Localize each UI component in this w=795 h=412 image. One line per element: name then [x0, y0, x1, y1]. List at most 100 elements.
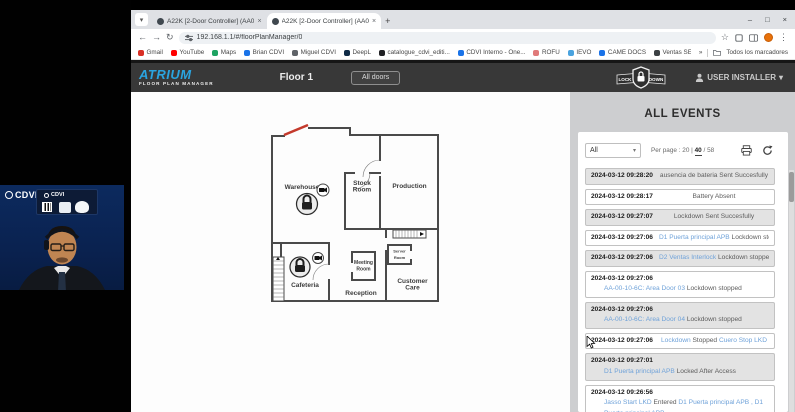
address-bar[interactable]: 192.168.1.1/#/floorPlanManager/0 [178, 31, 716, 44]
extensions-icon[interactable] [735, 33, 743, 42]
event-row[interactable]: 2024-03-12 09:27:06 AA-00-10-6C: Area Doo… [585, 301, 775, 329]
event-message: ausencia de bateria Sent Succesfully [659, 171, 769, 182]
bookmark-item[interactable]: Miguel CDVI [292, 49, 336, 56]
presenter-person [19, 226, 105, 290]
bookmark-star-icon[interactable]: ☆ [721, 33, 729, 42]
event-timestamp: 2024-03-12 09:27:06 [591, 233, 653, 241]
event-entity-link[interactable]: Cuero Stop LKD [719, 337, 767, 344]
bookmark-label: Miguel CDVI [300, 49, 336, 56]
event-row[interactable]: 2024-03-12 09:28:17 Battery Absent [585, 188, 775, 206]
bookmark-item[interactable]: CAME DOCS [599, 49, 646, 56]
profile-avatar[interactable] [764, 33, 773, 42]
event-row[interactable]: 2024-03-12 09:27:06 D2 Ventas Interlock L… [585, 250, 775, 267]
reload-icon[interactable]: ↻ [166, 33, 174, 42]
bookmark-item[interactable]: CDVI Interno - One... [457, 49, 526, 56]
event-text: Battery Absent [692, 192, 736, 200]
per-page-option-20[interactable]: 20 [682, 147, 689, 154]
per-page-total: / 58 [703, 147, 715, 154]
all-bookmarks-label[interactable]: Todos los marcadores [726, 49, 788, 56]
bookmark-item[interactable]: Maps [212, 49, 236, 56]
event-filter-select[interactable]: All ▾ [585, 143, 641, 158]
user-icon [696, 73, 704, 82]
cafeteria-lock-icon[interactable] [289, 256, 311, 278]
bookmark-label: catalogue_cdvi_editi... [387, 49, 450, 56]
event-row[interactable]: 2024-03-12 09:27:07 Lockdown Sent Succesf… [585, 209, 775, 226]
per-page-option-40[interactable]: 40 [694, 147, 702, 156]
bookmark-item[interactable]: YouTube [170, 49, 204, 56]
events-list: 2024-03-12 09:28:20 ausencia de bateria S… [585, 168, 781, 412]
svg-text:DOWN: DOWN [649, 77, 664, 82]
event-row[interactable]: 2024-03-12 09:27:06 Lockdown Stopped Cuer… [585, 332, 775, 350]
tab-search-icon[interactable]: ▾ [135, 13, 148, 26]
bookmark-label: Gmail [146, 49, 163, 56]
site-settings-icon[interactable] [184, 34, 193, 42]
divider [707, 48, 709, 57]
bookmark-item[interactable]: ROFU [533, 49, 560, 56]
warehouse-lock-icon[interactable] [295, 192, 319, 216]
warehouse-camera-icon[interactable] [316, 183, 330, 197]
tab-close-icon[interactable]: × [372, 18, 376, 25]
event-entity-link[interactable]: AA-00-10-6C: Area Door 03 [604, 285, 685, 292]
events-scrollbar[interactable] [789, 170, 794, 412]
lockdown-badge-icon[interactable]: LOCK DOWN [615, 66, 667, 89]
scrollbar-thumb[interactable] [789, 172, 794, 202]
all-doors-button[interactable]: All doors [351, 70, 401, 85]
cdvi-brand-text: CDVI [15, 190, 38, 200]
browser-tab-1[interactable]: A22K [2-Door Controller] (AA0 × [152, 13, 267, 29]
new-tab-button[interactable]: + [385, 16, 390, 26]
event-row[interactable]: 2024-03-12 09:27:06 D1 Puerta principal A… [585, 229, 775, 247]
event-entity-link[interactable]: Jasso Start LKD [604, 399, 652, 406]
video-frame: { "browser": { "tabs": [ {"title": "A22K… [0, 0, 795, 412]
svg-text:LOCK: LOCK [619, 77, 633, 82]
event-message: D2 Ventas Interlock Lockdown stopped [659, 253, 769, 264]
bookmark-item[interactable]: Ventas SEG [654, 49, 691, 56]
browser-tab-2-active[interactable]: A22K [2-Door Controller] (AA0 × [266, 13, 382, 29]
window-minimize-button[interactable]: – [748, 15, 752, 24]
bookmark-item[interactable]: Brian CDVI [244, 49, 284, 56]
bookmark-item[interactable]: IEVO [567, 49, 591, 56]
filter-value: All [590, 147, 598, 154]
window-close-button[interactable]: × [783, 15, 787, 24]
event-row[interactable]: 2024-03-12 09:26:56 Jasso Start LKD Enter… [585, 384, 775, 412]
alarm-door-indicator[interactable] [283, 123, 309, 137]
bookmark-item[interactable]: Gmail [138, 49, 163, 56]
cafeteria-camera-icon[interactable] [312, 252, 324, 264]
atrium-logo: ATRIUM FLOOR PLAN MANAGER [139, 68, 214, 87]
event-text: Lockdown Sent Succesfully [673, 213, 755, 221]
cdvi-globe-icon [44, 193, 49, 198]
tab-close-icon[interactable]: × [257, 18, 261, 25]
qr-code [42, 202, 52, 212]
browser-window: ▾ A22K [2-Door Controller] (AA0 × A22K [… [131, 10, 795, 412]
event-entity-link[interactable]: AA-00-10-6C: Area Door 04 [604, 316, 685, 323]
event-row[interactable]: 2024-03-12 09:28:20 ausencia de bateria S… [585, 168, 775, 185]
user-menu[interactable]: USER INSTALLER ▾ [695, 73, 783, 82]
event-message: Lockdown Sent Succesfully [659, 212, 769, 223]
event-entity-link[interactable]: Lockdown [661, 337, 691, 344]
event-text: Lockdown stopped [716, 254, 769, 262]
event-row[interactable]: 2024-03-12 09:27:06 AA-00-10-6C: Area Doo… [585, 270, 775, 298]
meeting-room-walls [351, 251, 376, 281]
menu-kebab-icon[interactable]: ⋮ [779, 33, 788, 42]
event-row[interactable]: 2024-03-12 09:27:01 D1 Puerta principal A… [585, 353, 775, 381]
event-entity-link[interactable]: D1 Puerta principal APB [604, 368, 675, 375]
event-timestamp: 2024-03-12 09:27:06 [591, 274, 653, 282]
print-icon[interactable] [741, 145, 752, 156]
event-entity-link[interactable]: D1 Puerta principal APB [659, 234, 730, 241]
event-entity-link[interactable]: D2 Ventas Interlock [659, 254, 716, 261]
refresh-icon[interactable] [762, 145, 773, 156]
room-label: Warehouse [285, 184, 320, 191]
forward-icon[interactable]: → [152, 33, 161, 42]
split-screen-icon[interactable] [749, 33, 758, 42]
per-page-control: Per page : 20 | 40 / 58 [651, 147, 715, 156]
event-text: Lockdown stopped [685, 316, 742, 324]
bookmarks-overflow-chevron[interactable]: » [699, 49, 703, 56]
bookmark-label: CDVI Interno - One... [466, 49, 526, 56]
bookmark-label: Ventas SEG [662, 49, 691, 56]
product-image [59, 202, 71, 213]
window-maximize-button[interactable]: □ [765, 15, 770, 24]
bookmark-item[interactable]: catalogue_cdvi_editi... [379, 49, 450, 56]
back-icon[interactable]: ← [138, 33, 147, 42]
bookmark-favicon [533, 49, 540, 56]
bookmark-item[interactable]: DeepL [343, 49, 371, 56]
bookmark-favicon [599, 49, 606, 56]
